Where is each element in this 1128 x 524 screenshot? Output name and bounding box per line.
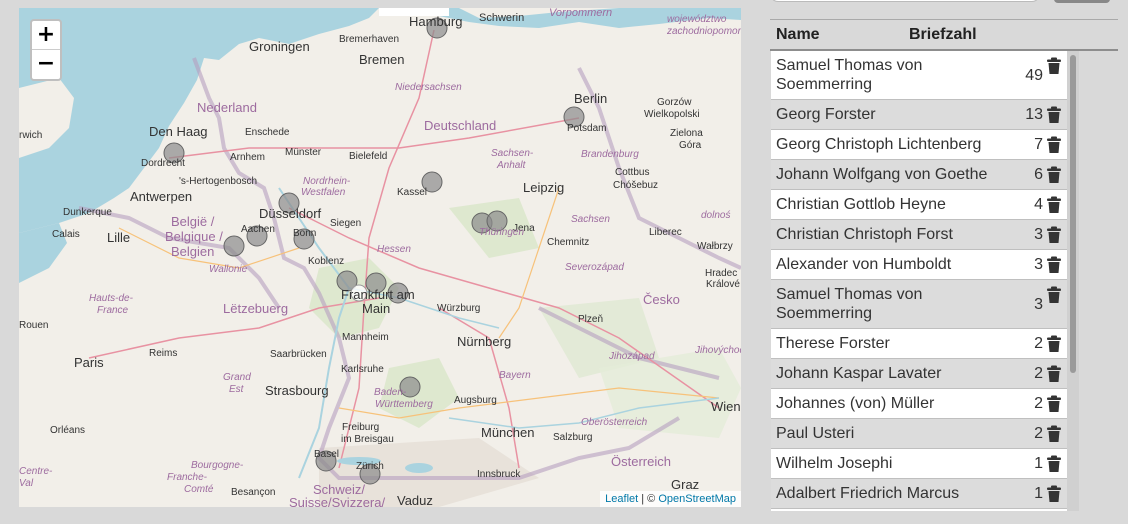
marker-hamburg[interactable]	[426, 17, 448, 39]
correspondent-name: Johann Kaspar Lavater	[776, 365, 942, 382]
letter-count: 2	[1034, 335, 1043, 352]
letter-markers-layer	[163, 17, 585, 485]
trash-icon[interactable]	[1046, 106, 1062, 124]
table-row[interactable]: Samuel Thomas von Soemmerring 3	[771, 280, 1067, 329]
trash-icon[interactable]	[1046, 425, 1062, 443]
letter-count: 3	[1034, 295, 1043, 313]
correspondent-name: Christian Gottlob Heyne	[776, 196, 946, 213]
marker-aachen[interactable]	[246, 225, 268, 247]
trash-icon[interactable]	[1046, 57, 1062, 75]
letter-count: 4	[1034, 196, 1043, 213]
letter-count: 3	[1034, 256, 1043, 273]
correspondent-name: Alexander von Humboldt	[776, 256, 952, 273]
trash-icon[interactable]	[1046, 256, 1062, 274]
zoom-out-button[interactable]: −	[32, 50, 60, 79]
correspondent-list[interactable]: Samuel Thomas von Soemmerring 49 Georg For…	[771, 51, 1067, 511]
correspondent-name: Paul Usteri	[776, 425, 855, 442]
map-view[interactable]: Hamburg Schwerin Vorpommern województwo …	[19, 8, 741, 507]
marker-zurich[interactable]	[359, 463, 381, 485]
leaflet-link[interactable]: Leaflet	[605, 493, 638, 505]
correspondent-name: Johannes (von) Müller	[776, 395, 935, 412]
trash-icon[interactable]	[1046, 166, 1062, 184]
table-row[interactable]	[771, 509, 1067, 511]
letter-count: 1	[1034, 485, 1043, 502]
trash-icon[interactable]	[1046, 335, 1062, 353]
marker-stuttgart[interactable]	[399, 376, 421, 398]
trash-icon[interactable]	[1046, 286, 1062, 304]
column-header-name[interactable]: Name	[776, 26, 820, 44]
table-row[interactable]: Paul Usteri 2	[771, 419, 1067, 449]
table-row[interactable]: Johannes (von) Müller 2	[771, 389, 1067, 419]
trash-icon[interactable]	[1046, 455, 1062, 473]
marker-hanau[interactable]	[387, 282, 409, 304]
correspondent-name: Georg Forster	[776, 106, 876, 123]
table-row[interactable]: Christian Gottlob Heyne 4	[771, 190, 1067, 220]
scrollbar-thumb[interactable]	[1070, 55, 1076, 373]
marker-bonn[interactable]	[293, 228, 315, 250]
correspondent-name: Georg Christoph Lichtenberg	[776, 136, 982, 153]
table-row[interactable]: Johann Kaspar Lavater 2	[771, 359, 1067, 389]
trash-icon[interactable]	[1046, 196, 1062, 214]
table-row[interactable]: Adalbert Friedrich Marcus 1	[771, 479, 1067, 509]
correspondent-name: Wilhelm Josephi	[776, 455, 893, 472]
search-input-edge[interactable]	[770, 0, 1040, 2]
letter-count: 1	[1034, 455, 1043, 472]
osm-link[interactable]: OpenStreetMap	[658, 493, 736, 505]
marker-kassel[interactable]	[421, 171, 443, 193]
table-row[interactable]: Therese Forster 2	[771, 329, 1067, 359]
correspondent-name: Therese Forster	[776, 335, 890, 352]
marker-highlight[interactable]	[350, 284, 368, 302]
trash-icon[interactable]	[1046, 395, 1062, 413]
correspondent-name: Johann Wolfgang von Goethe	[776, 166, 988, 183]
zoom-control: + −	[30, 19, 62, 81]
list-scrollbar[interactable]	[1067, 51, 1079, 511]
trash-icon[interactable]	[1046, 136, 1062, 154]
table-row[interactable]: Alexander von Humboldt 3	[771, 250, 1067, 280]
trash-icon[interactable]	[1046, 365, 1062, 383]
table-row[interactable]: Johann Wolfgang von Goethe 6	[771, 160, 1067, 190]
map-tile-gap	[379, 8, 449, 16]
correspondent-name: Adalbert Friedrich Marcus	[776, 485, 960, 502]
header-top-rule	[770, 19, 1118, 20]
letter-count: 3	[1034, 226, 1043, 243]
letter-count: 2	[1034, 365, 1043, 382]
table-row[interactable]: Wilhelm Josephi 1	[771, 449, 1067, 479]
marker-weimar[interactable]	[486, 210, 508, 232]
trash-icon[interactable]	[1046, 485, 1062, 503]
correspondent-name: Christian Christoph Forst	[776, 226, 953, 243]
correspondent-name: Samuel Thomas von Soemmerring	[776, 57, 923, 93]
letter-count: 13	[1025, 106, 1043, 123]
zoom-in-button[interactable]: +	[32, 21, 60, 50]
marker-frankfurt[interactable]	[365, 272, 387, 294]
column-header-count[interactable]: Briefzahl	[909, 26, 977, 44]
search-button-edge[interactable]	[1054, 0, 1110, 3]
marker-liege[interactable]	[223, 235, 245, 257]
attribution-separator: | ©	[638, 493, 659, 505]
letter-count: 7	[1034, 136, 1043, 153]
marker-basel[interactable]	[315, 450, 337, 472]
table-row[interactable]: Samuel Thomas von Soemmerring 49	[771, 51, 1067, 100]
letter-count: 2	[1034, 395, 1043, 412]
map-attribution: Leaflet | © OpenStreetMap	[600, 491, 741, 507]
marker-dusseldorf[interactable]	[278, 192, 300, 214]
table-row[interactable]: Georg Forster 13	[771, 100, 1067, 130]
letter-count: 6	[1034, 166, 1043, 183]
marker-dordrecht[interactable]	[163, 142, 185, 164]
letter-count: 2	[1034, 425, 1043, 442]
trash-icon[interactable]	[1046, 226, 1062, 244]
table-row[interactable]: Christian Christoph Forst 3	[771, 220, 1067, 250]
correspondent-name	[776, 509, 1008, 511]
correspondent-name: Samuel Thomas von Soemmerring	[776, 286, 923, 322]
marker-potsdam[interactable]	[563, 106, 585, 128]
letter-count: 49	[1025, 66, 1043, 84]
table-row[interactable]: Georg Christoph Lichtenberg 7	[771, 130, 1067, 160]
